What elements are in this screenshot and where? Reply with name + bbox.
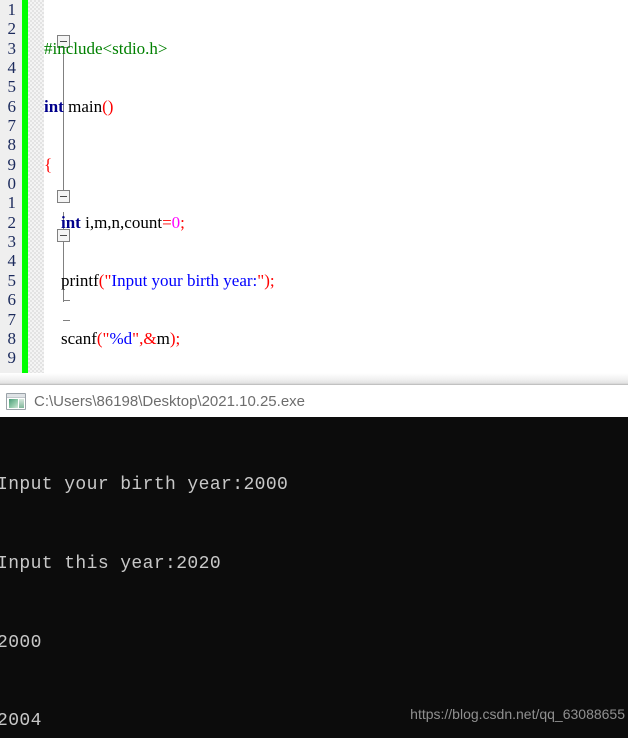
line-number: 4	[7, 251, 17, 271]
line-number: 7	[7, 309, 17, 329]
line-number: 9	[7, 154, 17, 174]
line-number: 5	[7, 77, 17, 97]
line-number: 8	[7, 328, 17, 348]
console-window-titlebar[interactable]: C:\Users\86198\Desktop\2021.10.25.exe	[0, 385, 628, 417]
line-number: 0	[7, 174, 17, 194]
line-number: 7	[7, 116, 17, 136]
icon-square-secondary	[19, 398, 24, 408]
console-window-title: C:\Users\86198\Desktop\2021.10.25.exe	[34, 392, 306, 410]
line-number: 1	[7, 0, 17, 19]
code-line: int i,m,n,count=0;	[61, 212, 185, 232]
line-number: 8	[7, 135, 17, 155]
code-line: int main()	[44, 96, 114, 116]
line-number: 3	[7, 232, 17, 252]
source-code-area[interactable]: #include<stdio.h> int main() { int i,m,n…	[44, 0, 628, 385]
icon-title-strip	[7, 393, 25, 398]
console-output-pane[interactable]: Input your birth year:2000 Input this ye…	[0, 417, 628, 738]
console-line: 2000	[0, 632, 42, 653]
code-editor-pane[interactable]: 1 2 3 4 5 6 7 8 9 0 1 2 3 4 5 6 7 8 9 #i…	[0, 0, 628, 385]
line-number: 1	[7, 193, 17, 213]
watermark-url: https://blog.csdn.net/qq_63088655	[410, 706, 625, 722]
line-number: 2	[7, 212, 17, 232]
code-line: scanf("%d",&m);	[61, 328, 181, 348]
line-number: 5	[7, 270, 17, 290]
code-line: {	[44, 154, 53, 174]
line-number: 2	[7, 19, 17, 39]
line-number: 4	[7, 58, 17, 78]
icon-square-primary	[9, 398, 18, 408]
code-line: printf("Input your birth year:");	[61, 270, 275, 290]
line-number: 3	[7, 38, 17, 58]
console-line: Input your birth year:2000	[0, 475, 289, 496]
editor-bottom-divider	[0, 373, 628, 385]
console-window-icon	[6, 392, 26, 410]
code-line: #include<stdio.h>	[44, 38, 168, 58]
console-line: Input this year:2020	[0, 554, 222, 574]
line-number: 6	[7, 96, 17, 116]
console-output-text: Input your birth year:2000 Input this ye…	[0, 420, 580, 738]
line-number-gutter: 1 2 3 4 5 6 7 8 9 0 1 2 3 4 5 6 7 8 9	[0, 0, 18, 385]
code-folding-margin[interactable]	[28, 0, 70, 385]
line-number: 6	[7, 290, 17, 310]
line-number: 9	[7, 348, 17, 368]
